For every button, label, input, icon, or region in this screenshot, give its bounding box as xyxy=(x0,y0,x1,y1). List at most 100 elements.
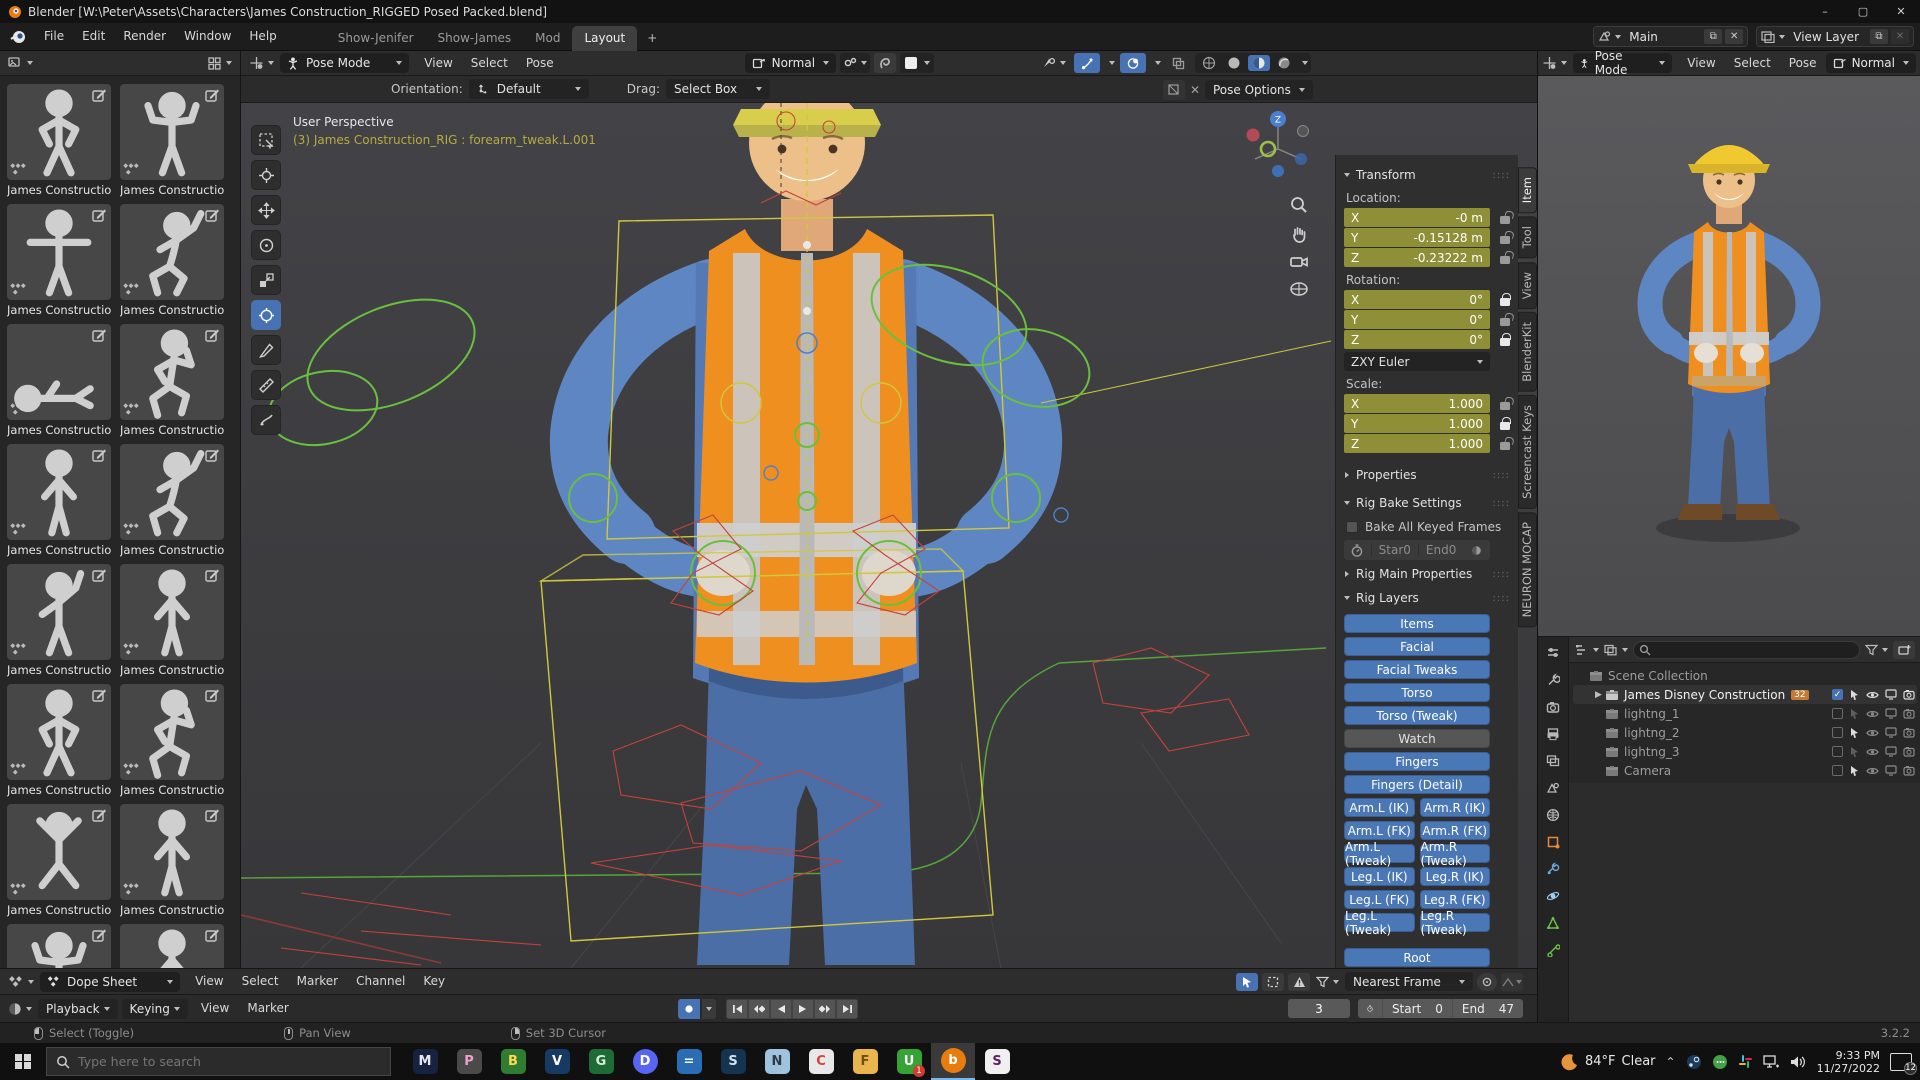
keying-dropdown[interactable]: Keying xyxy=(122,999,188,1019)
outliner-search-input[interactable] xyxy=(1633,641,1860,659)
next-keyframe-button[interactable] xyxy=(815,1000,835,1018)
tool-move-button[interactable] xyxy=(251,195,281,225)
hide-viewport-icon[interactable] xyxy=(1866,690,1879,700)
shading-wireframe-button[interactable] xyxy=(1198,55,1220,71)
properties-tab-scene-icon[interactable] xyxy=(1546,781,1560,795)
pose-options-dropdown[interactable]: Pose Options xyxy=(1205,80,1313,100)
edit-pose-icon[interactable] xyxy=(205,928,220,943)
object-visibility-dropdown[interactable] xyxy=(1039,53,1069,73)
auto-keying-record-button[interactable] xyxy=(678,999,700,1019)
rig-layer-fingers-button[interactable]: Fingers xyxy=(1344,752,1490,771)
scale-x-field[interactable]: X1.000 xyxy=(1344,394,1490,413)
dope-sheet-menu-view[interactable]: View xyxy=(186,969,232,994)
pose-asset-card[interactable]: James Construction xyxy=(120,204,224,317)
rig-layer-fingers-detail-button[interactable]: Fingers (Detail) xyxy=(1344,775,1490,794)
snap-settings-button[interactable] xyxy=(840,53,870,73)
pose-thumbnail[interactable] xyxy=(120,804,224,900)
selectable-icon[interactable] xyxy=(1849,746,1860,757)
collection-checkbox[interactable] xyxy=(1832,765,1843,776)
disable-viewports-icon[interactable] xyxy=(1885,727,1897,738)
collection-checkbox[interactable] xyxy=(1832,727,1843,738)
jump-to-end-button[interactable] xyxy=(837,1000,857,1018)
rig-layer-leg-l-ik-button[interactable]: Leg.L (IK) xyxy=(1344,867,1415,886)
taskbar-app-blender[interactable]: b xyxy=(931,1043,975,1080)
expander-icon[interactable]: ▶ xyxy=(1595,690,1605,700)
tool-extra-button[interactable] xyxy=(251,405,281,435)
shading-solid-button[interactable] xyxy=(1223,55,1245,71)
rig-layer-root-button[interactable]: Root xyxy=(1344,948,1490,967)
toggle-icon[interactable] xyxy=(1463,545,1490,556)
scale-z-field[interactable]: Z1.000 xyxy=(1344,434,1490,453)
overlays-toggle[interactable] xyxy=(1120,53,1146,73)
pose-thumbnail[interactable] xyxy=(7,564,111,660)
selectable-icon[interactable] xyxy=(1849,708,1860,719)
properties-tab-tool-icon[interactable] xyxy=(1546,673,1560,687)
auto-keying-dropdown[interactable] xyxy=(702,999,716,1019)
lock-closed-icon[interactable] xyxy=(1500,338,1510,346)
selection-box-icon[interactable] xyxy=(1262,973,1284,991)
pose-thumbnail[interactable] xyxy=(7,444,111,540)
pose-thumbnail[interactable] xyxy=(7,204,111,300)
transform-orientation-selector[interactable]: Normal xyxy=(745,53,836,73)
transform-orientation-selector-2[interactable]: Normal xyxy=(1826,53,1916,73)
lock-closed-icon[interactable] xyxy=(1500,298,1510,306)
bake-end-field[interactable]: End0 xyxy=(1418,543,1463,557)
pose-asset-card[interactable]: James Construction xyxy=(7,444,111,557)
rig-layer-arm-r-fk-button[interactable]: Arm.R (FK) xyxy=(1420,821,1491,840)
toggle-perspective-icon[interactable] xyxy=(1289,280,1309,298)
mode-selector-2[interactable]: Pose Mode xyxy=(1573,53,1672,73)
tool-rotate-button[interactable] xyxy=(251,230,281,260)
start-button[interactable] xyxy=(0,1043,46,1080)
outliner-filter-images-icon[interactable] xyxy=(1604,644,1628,656)
workspace-tab-show-james[interactable]: Show-James xyxy=(426,26,524,51)
playback-dropdown[interactable]: Playback xyxy=(38,999,118,1019)
rig-layer-torso-button[interactable]: Torso xyxy=(1344,683,1490,702)
tool-measure-button[interactable] xyxy=(251,370,281,400)
properties-tab-modifiers-icon[interactable] xyxy=(1546,862,1560,876)
tray-expand-chevron[interactable]: ⌃ xyxy=(1666,1055,1676,1069)
pose-asset-card[interactable]: James Construction xyxy=(7,804,111,917)
play-button[interactable] xyxy=(793,1000,813,1018)
disable-renders-icon[interactable] xyxy=(1903,708,1915,719)
pose-asset-card[interactable]: James Construction xyxy=(7,84,111,197)
pose-thumbnail[interactable] xyxy=(7,804,111,900)
disable-renders-icon[interactable] xyxy=(1903,689,1915,700)
collection-checkbox[interactable] xyxy=(1832,708,1843,719)
taskbar-search[interactable] xyxy=(46,1047,391,1076)
menu-window[interactable]: Window xyxy=(175,24,240,49)
properties-tab-world-icon[interactable] xyxy=(1546,808,1560,822)
scale-y-field[interactable]: Y1.000 xyxy=(1344,414,1490,433)
pose-thumbnail[interactable] xyxy=(120,444,224,540)
frame-end-field[interactable]: End47 xyxy=(1452,999,1523,1018)
rotation-x-field[interactable]: X0° xyxy=(1344,290,1490,309)
disable-viewports-icon[interactable] xyxy=(1885,689,1897,700)
properties-panel-header[interactable]: Properties :::: xyxy=(1344,465,1510,485)
new-scene-button[interactable]: ⧉ xyxy=(1704,29,1722,44)
frame-start-field[interactable]: Start0 xyxy=(1382,999,1452,1018)
collection-checkbox[interactable]: ✓ xyxy=(1832,689,1843,700)
camera-view-icon[interactable] xyxy=(1289,253,1309,271)
shading-material-button[interactable] xyxy=(1248,55,1270,71)
lock-open-icon[interactable] xyxy=(1500,402,1510,410)
close-button[interactable]: ✕ xyxy=(1882,0,1920,23)
jump-to-start-button[interactable] xyxy=(727,1000,747,1018)
drag-dropdown[interactable]: Select Box xyxy=(666,79,770,99)
workspace-tab-layout[interactable]: Layout xyxy=(572,26,637,51)
dope-sheet-menu-select[interactable]: Select xyxy=(233,969,288,994)
rig-layer-leg-r-ik-button[interactable]: Leg.R (IK) xyxy=(1420,867,1491,886)
pose-asset-card[interactable]: James Construction xyxy=(120,324,224,437)
bake-all-checkbox[interactable] xyxy=(1346,521,1358,533)
collection-checkbox[interactable] xyxy=(1832,746,1843,757)
selectable-icon[interactable] xyxy=(1849,727,1860,738)
rotation-mode-dropdown[interactable]: ZXY Euler xyxy=(1344,352,1490,371)
rotation-z-field[interactable]: Z0° xyxy=(1344,330,1490,349)
viewport2-editor-icon[interactable] xyxy=(1542,56,1567,70)
current-frame-field[interactable]: 3 xyxy=(1288,999,1350,1018)
pose-thumbnail[interactable] xyxy=(120,84,224,180)
viewport-menu-pose[interactable]: Pose xyxy=(517,51,563,76)
edit-pose-icon[interactable] xyxy=(205,88,220,103)
extrapolation-icon[interactable] xyxy=(1501,973,1523,991)
rotation-y-field[interactable]: Y0° xyxy=(1344,310,1490,329)
properties-tab-filter-toggles-icon[interactable] xyxy=(1546,646,1560,660)
pose-thumbnail[interactable] xyxy=(120,324,224,420)
